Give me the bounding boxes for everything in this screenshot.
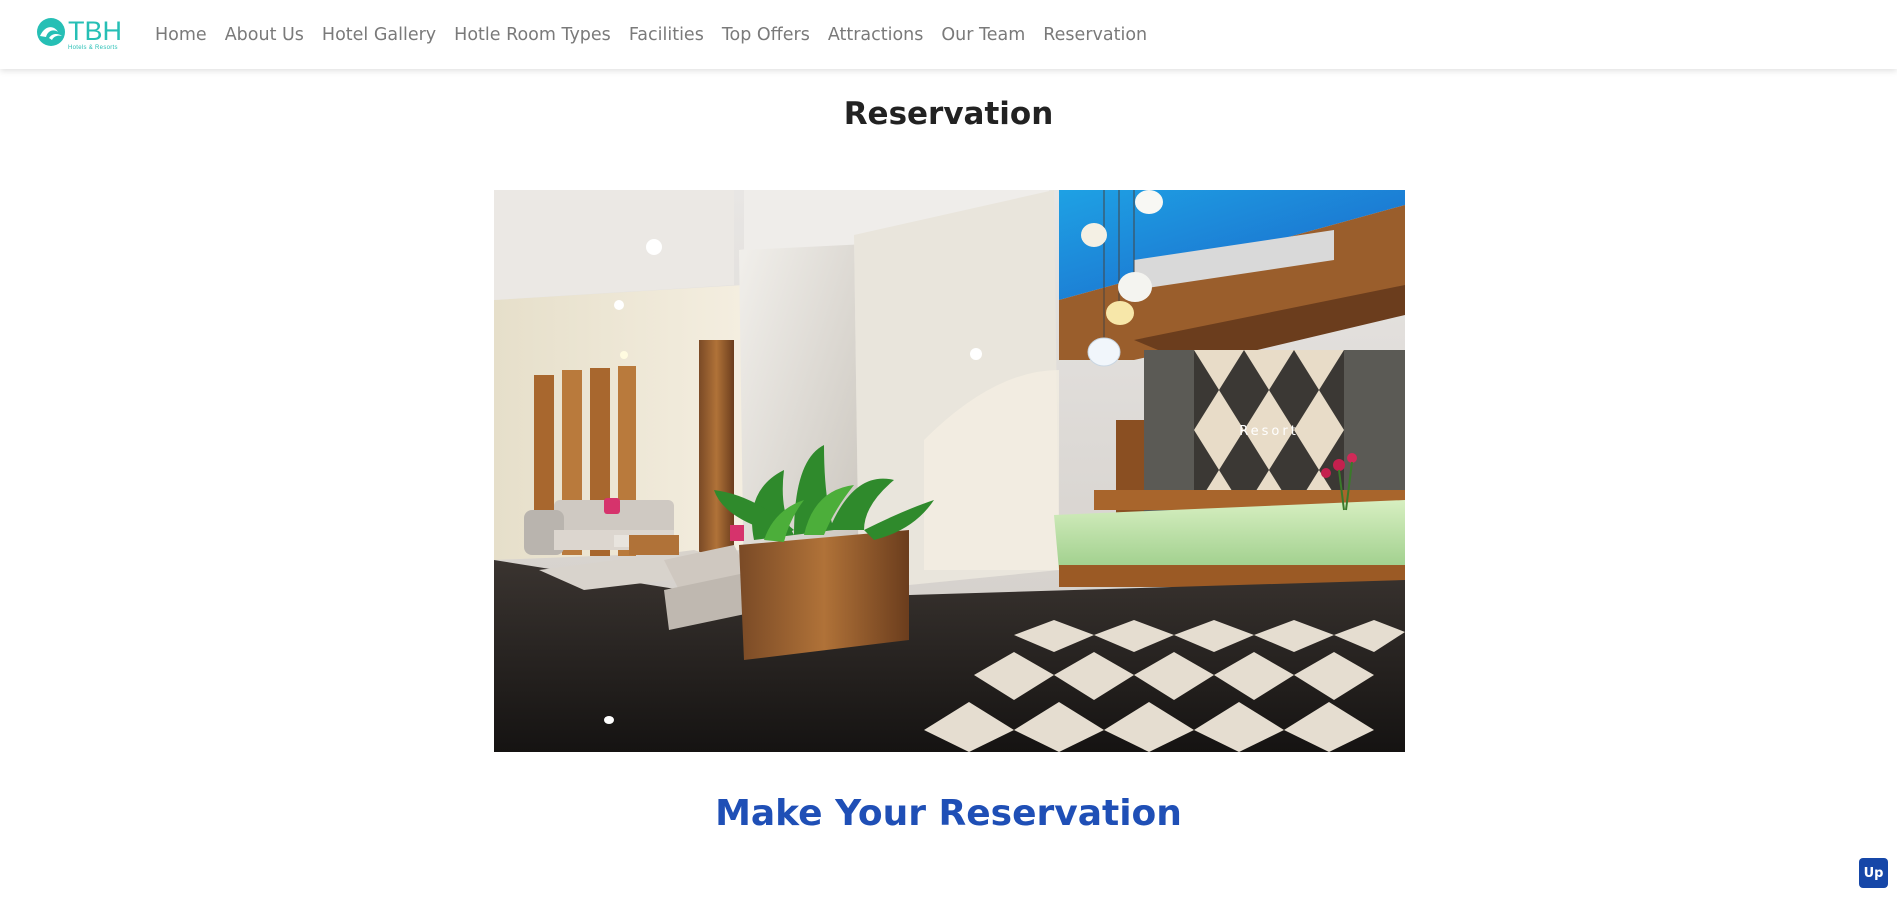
- nav-item-hotel-gallery[interactable]: Hotel Gallery: [322, 25, 436, 45]
- nav-item-home[interactable]: Home: [155, 25, 207, 45]
- nav-item-room-types[interactable]: Hotle Room Types: [454, 25, 611, 45]
- nav-item-top-offers[interactable]: Top Offers: [722, 25, 810, 45]
- nav-item-about-us[interactable]: About Us: [225, 25, 304, 45]
- top-navbar: TBH Hotels & Resorts Home About Us Hotel…: [0, 0, 1897, 69]
- hotel-lobby-image: Resort: [494, 190, 1405, 752]
- resort-sign: Resort: [1239, 424, 1299, 439]
- nav-item-reservation[interactable]: Reservation: [1043, 25, 1147, 45]
- nav-item-our-team[interactable]: Our Team: [941, 25, 1025, 45]
- brand-name: TBH: [68, 16, 122, 46]
- wave-icon: [37, 18, 65, 46]
- page-title: Reservation: [843, 96, 1054, 132]
- nav-item-facilities[interactable]: Facilities: [629, 25, 704, 45]
- scroll-to-top-button[interactable]: Up: [1859, 858, 1888, 888]
- main-nav: Home About Us Hotel Gallery Hotle Room T…: [155, 0, 1165, 69]
- brand-tagline: Hotels & Resorts: [68, 45, 118, 51]
- brand-logo[interactable]: TBH Hotels & Resorts: [36, 16, 122, 53]
- section-title-make-reservation: Make Your Reservation: [715, 793, 1182, 834]
- nav-item-attractions[interactable]: Attractions: [828, 25, 924, 45]
